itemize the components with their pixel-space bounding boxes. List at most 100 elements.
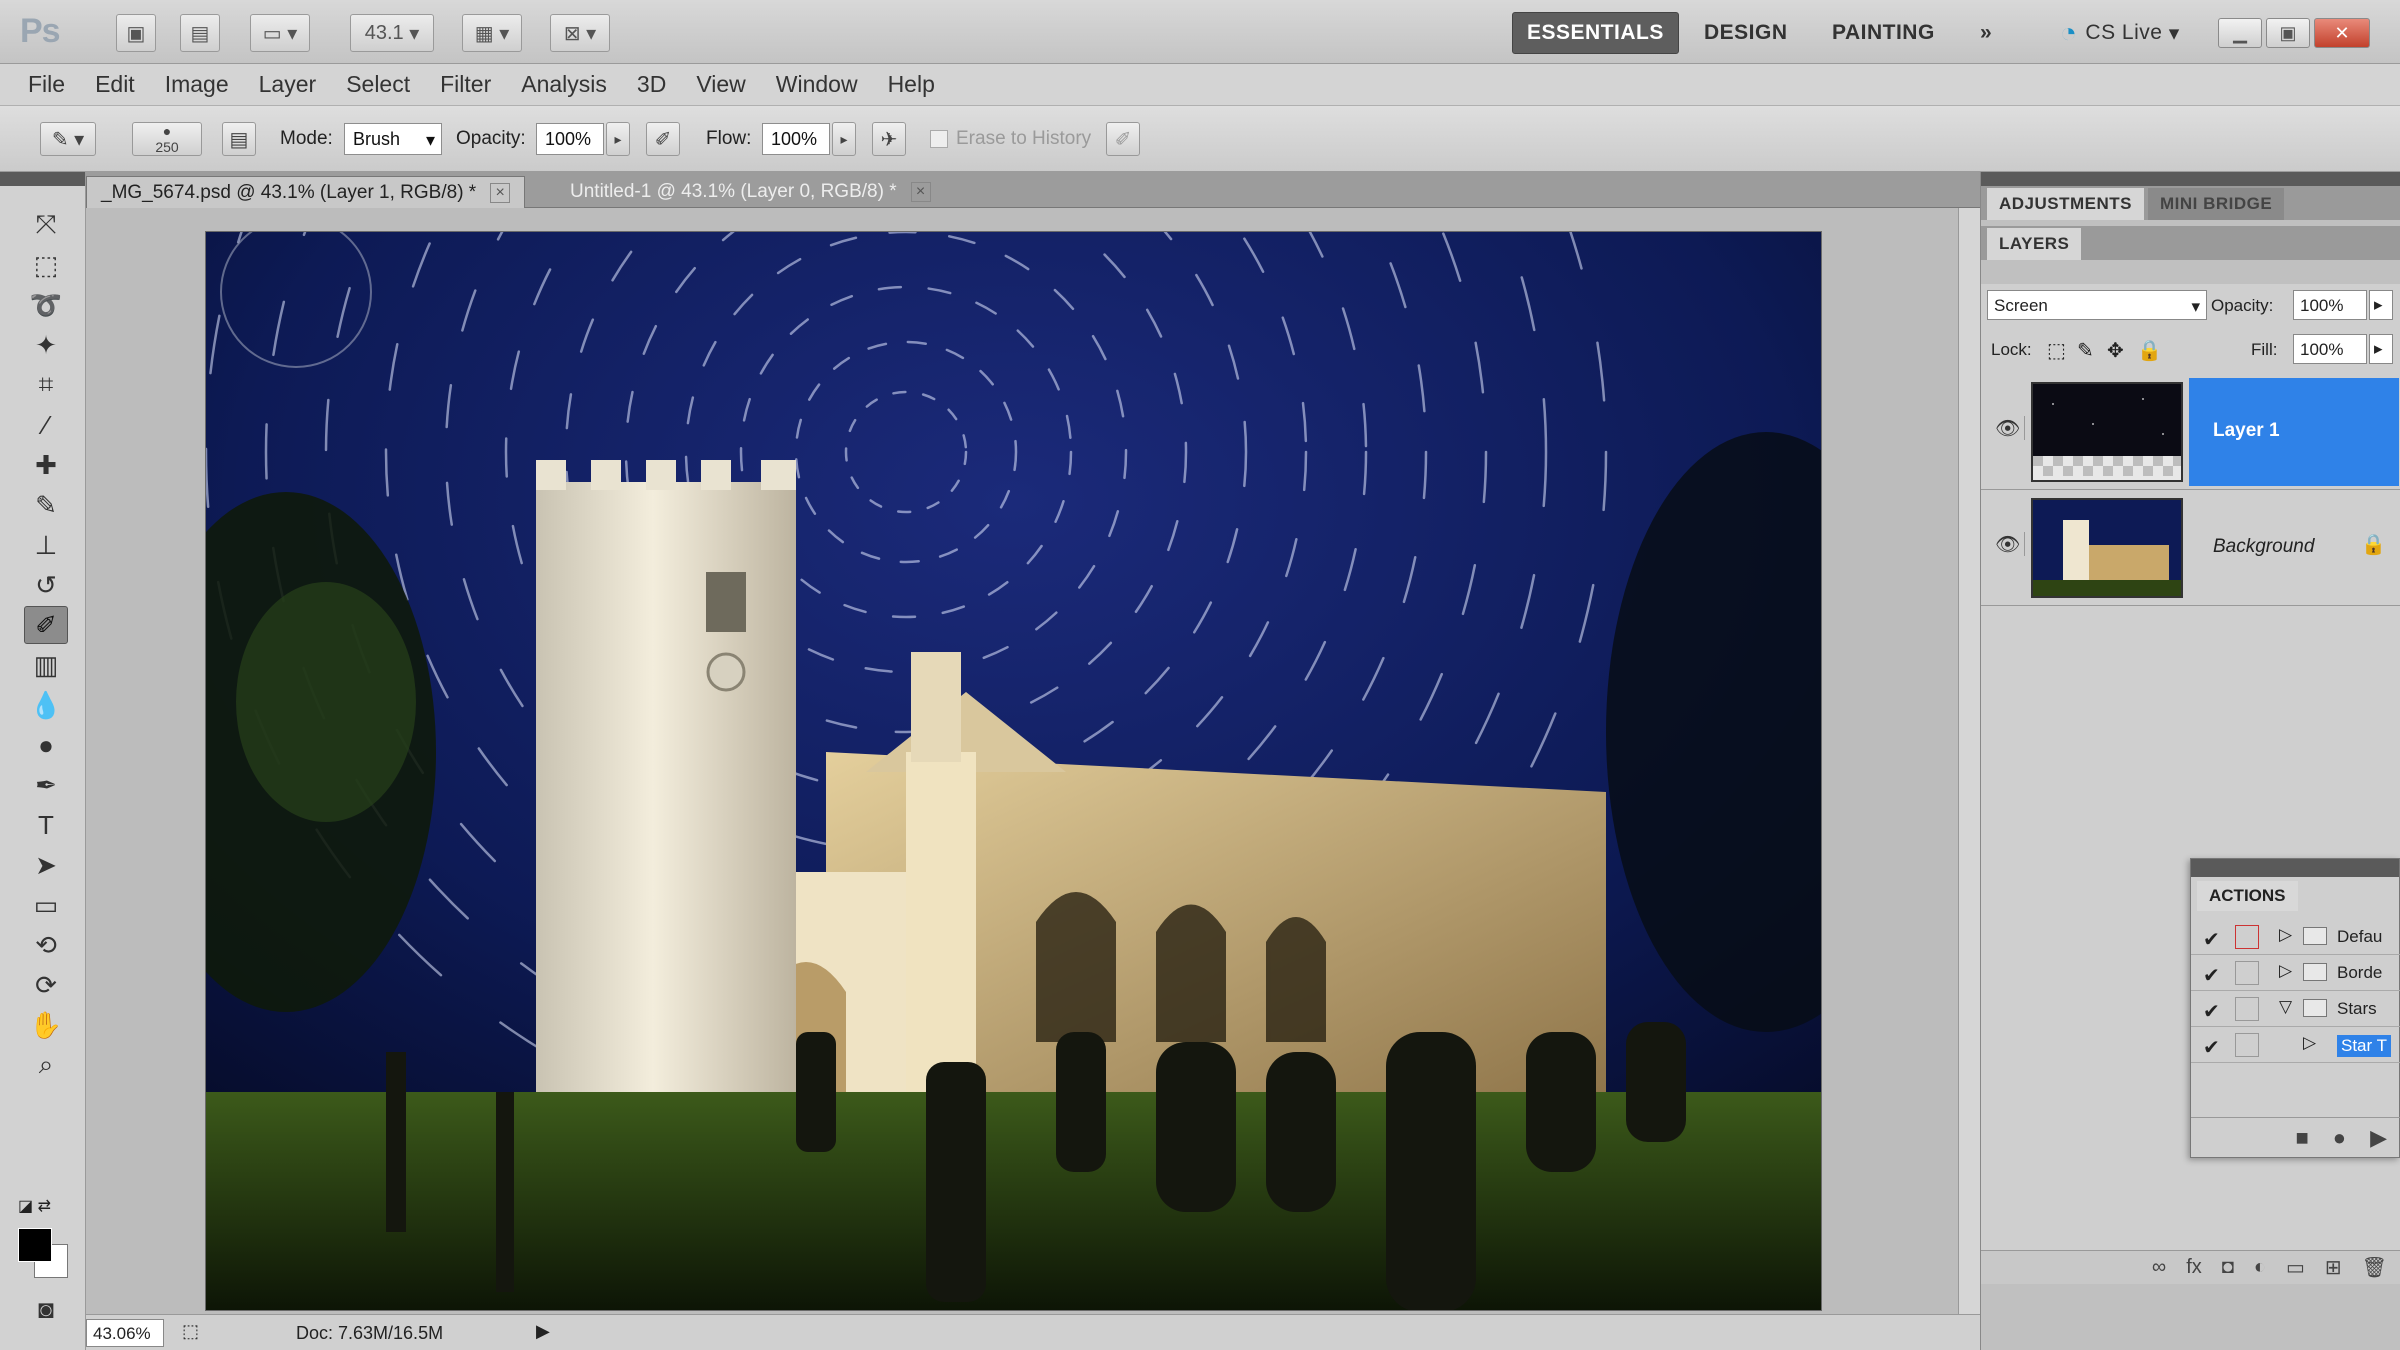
add-mask-icon[interactable]: ◘ [2222, 1256, 2234, 1279]
mode-select[interactable]: Brush ▾ [344, 123, 442, 155]
quick-mask-icon[interactable]: ◙ [24, 1290, 68, 1328]
fill-slider-toggle-icon[interactable]: ▸ [2369, 334, 2393, 364]
link-layers-icon[interactable]: ∞ [2152, 1256, 2166, 1279]
document-tab-active[interactable]: _MG_5674.psd @ 43.1% (Layer 1, RGB/8) * … [86, 176, 526, 208]
eyedropper-tool-icon[interactable]: ⁄ [24, 406, 68, 444]
stop-recording-icon[interactable]: ■ [2295, 1125, 2308, 1151]
3d-rotate-tool-icon[interactable]: ⟲ [24, 926, 68, 964]
minimize-window-icon[interactable]: ▁ [2218, 18, 2262, 48]
menu-help[interactable]: Help [888, 71, 935, 98]
document-tab-inactive[interactable]: Untitled-1 @ 43.1% (Layer 0, RGB/8) * × [556, 176, 945, 208]
move-tool-icon[interactable]: ⤧ [24, 206, 68, 244]
checkmark-icon[interactable]: ✔ [2203, 1035, 2220, 1060]
workspace-essentials[interactable]: ESSENTIALS [1512, 12, 1679, 54]
path-selection-tool-icon[interactable]: ➤ [24, 846, 68, 884]
lock-transparent-icon[interactable]: ⬚ [2047, 338, 2066, 363]
clone-stamp-tool-icon[interactable]: ⊥ [24, 526, 68, 564]
fill-input[interactable]: 100% [2293, 334, 2367, 364]
cs-live-button[interactable]: ◔ CS Live ▾ [2046, 12, 2194, 54]
close-icon[interactable]: × [910, 182, 931, 202]
play-icon[interactable]: ▶ [2370, 1125, 2387, 1151]
dialog-toggle-icon[interactable] [2235, 1033, 2259, 1057]
tools-panel-header[interactable] [0, 172, 85, 186]
action-row-selected[interactable]: ✔ ▷ Star T [2191, 1027, 2400, 1063]
actions-panel-header[interactable] [2191, 859, 2399, 877]
tab-mini-bridge[interactable]: MINI BRIDGE [2148, 188, 2285, 220]
lasso-tool-icon[interactable]: ➰ [24, 286, 68, 324]
menu-edit[interactable]: Edit [95, 71, 135, 98]
quick-selection-tool-icon[interactable]: ✦ [24, 326, 68, 364]
layer-name[interactable]: Layer 1 [2213, 420, 2280, 442]
foreground-color-swatch[interactable] [18, 1228, 52, 1262]
layer-opacity-input[interactable]: 100% [2293, 290, 2367, 320]
brush-tool-icon[interactable]: ✎ [24, 486, 68, 524]
lock-image-icon[interactable]: ✎ [2077, 338, 2094, 363]
menu-layer[interactable]: Layer [259, 71, 317, 98]
status-menu-arrow-icon[interactable]: ▶ [536, 1321, 550, 1342]
expand-triangle-icon[interactable]: ▷ [2279, 925, 2292, 945]
eraser-tool-icon[interactable]: ✐ [24, 606, 68, 644]
close-window-icon[interactable]: ✕ [2314, 18, 2370, 48]
menu-analysis[interactable]: Analysis [521, 71, 607, 98]
menu-filter[interactable]: Filter [440, 71, 491, 98]
more-workspaces-chevron-icon[interactable]: » [1966, 12, 2006, 54]
tab-layers[interactable]: LAYERS [1987, 228, 2082, 260]
lock-position-icon[interactable]: ✥ [2107, 338, 2124, 363]
flow-slider-toggle-icon[interactable]: ▸ [832, 122, 856, 156]
blend-mode-select[interactable]: Screen ▾ [1987, 290, 2207, 320]
3d-orbit-tool-icon[interactable]: ⟳ [24, 966, 68, 1004]
adjustment-layer-icon[interactable]: ◐ [2254, 1256, 2266, 1279]
panel-dock-header[interactable] [1981, 172, 2400, 186]
menu-window[interactable]: Window [776, 71, 858, 98]
new-group-icon[interactable]: ▭ [2286, 1255, 2305, 1280]
status-bar-icon[interactable]: ⬚ [182, 1321, 199, 1342]
arrange-documents-dropdown[interactable]: ▦ ▾ [462, 14, 522, 52]
dialog-toggle-icon[interactable] [2235, 997, 2259, 1021]
visibility-eye-icon[interactable]: 👁 [1995, 532, 2025, 556]
launch-bridge-icon[interactable]: ▣ [116, 14, 156, 52]
gradient-tool-icon[interactable]: ▥ [24, 646, 68, 684]
layer-style-icon[interactable]: fx [2186, 1256, 2202, 1279]
new-layer-icon[interactable]: ⊞ [2325, 1255, 2342, 1280]
delete-layer-icon[interactable]: 🗑 [2362, 1255, 2387, 1280]
tab-adjustments[interactable]: ADJUSTMENTS [1987, 188, 2145, 220]
marquee-tool-icon[interactable]: ⬚ [24, 246, 68, 284]
workspace-design[interactable]: DESIGN [1690, 12, 1802, 54]
menu-select[interactable]: Select [346, 71, 410, 98]
zoom-level-dropdown[interactable]: 43.1 ▾ [350, 14, 434, 52]
type-tool-icon[interactable]: T [24, 806, 68, 844]
hand-tool-icon[interactable]: ✋ [24, 1006, 68, 1044]
action-set-row[interactable]: ✔ ▽ Stars [2191, 991, 2400, 1027]
expand-triangle-icon[interactable]: ▷ [2279, 961, 2292, 981]
brush-size-picker[interactable]: ● 250 [132, 122, 202, 156]
image-canvas[interactable] [206, 232, 1821, 1310]
dialog-toggle-icon[interactable] [2235, 961, 2259, 985]
close-icon[interactable]: × [490, 182, 511, 203]
dodge-tool-icon[interactable]: ● [24, 726, 68, 764]
tablet-pressure-opacity-icon[interactable]: ✐ [646, 122, 680, 156]
maximize-window-icon[interactable]: ▣ [2266, 18, 2310, 48]
checkmark-icon[interactable]: ✔ [2203, 999, 2220, 1024]
tablet-pressure-size-icon[interactable]: ✐ [1106, 122, 1140, 156]
opacity-slider-toggle-icon[interactable]: ▸ [606, 122, 630, 156]
expand-triangle-icon[interactable]: ▷ [2303, 1033, 2316, 1053]
pen-tool-icon[interactable]: ✒ [24, 766, 68, 804]
record-icon[interactable]: ● [2333, 1125, 2346, 1151]
screen-mode-dropdown[interactable]: ⊠ ▾ [550, 14, 610, 52]
menu-file[interactable]: File [28, 71, 65, 98]
eraser-tool-preset-icon[interactable]: ✎ ▾ [40, 122, 96, 156]
collapse-triangle-icon[interactable]: ▽ [2279, 997, 2292, 1017]
airbrush-icon[interactable]: ✈ [872, 122, 906, 156]
opacity-input[interactable]: 100% [536, 123, 604, 155]
workspace-painting[interactable]: PAINTING [1818, 12, 1949, 54]
zoom-tool-icon[interactable]: ⌕ [24, 1046, 68, 1084]
action-set-row[interactable]: ✔ ▷ Borde [2191, 955, 2400, 991]
vertical-scrollbar[interactable] [1958, 208, 1980, 1314]
default-colors-icon[interactable]: ◪ ⇄ [18, 1196, 51, 1216]
dialog-toggle-icon[interactable] [2235, 925, 2259, 949]
menu-image[interactable]: Image [165, 71, 229, 98]
flow-input[interactable]: 100% [762, 123, 830, 155]
layer-row-layer-1[interactable]: 👁 Layer 1 [1981, 374, 2400, 490]
checkmark-icon[interactable]: ✔ [2203, 927, 2220, 952]
action-set-row[interactable]: ✔ ▷ Defau [2191, 919, 2400, 955]
